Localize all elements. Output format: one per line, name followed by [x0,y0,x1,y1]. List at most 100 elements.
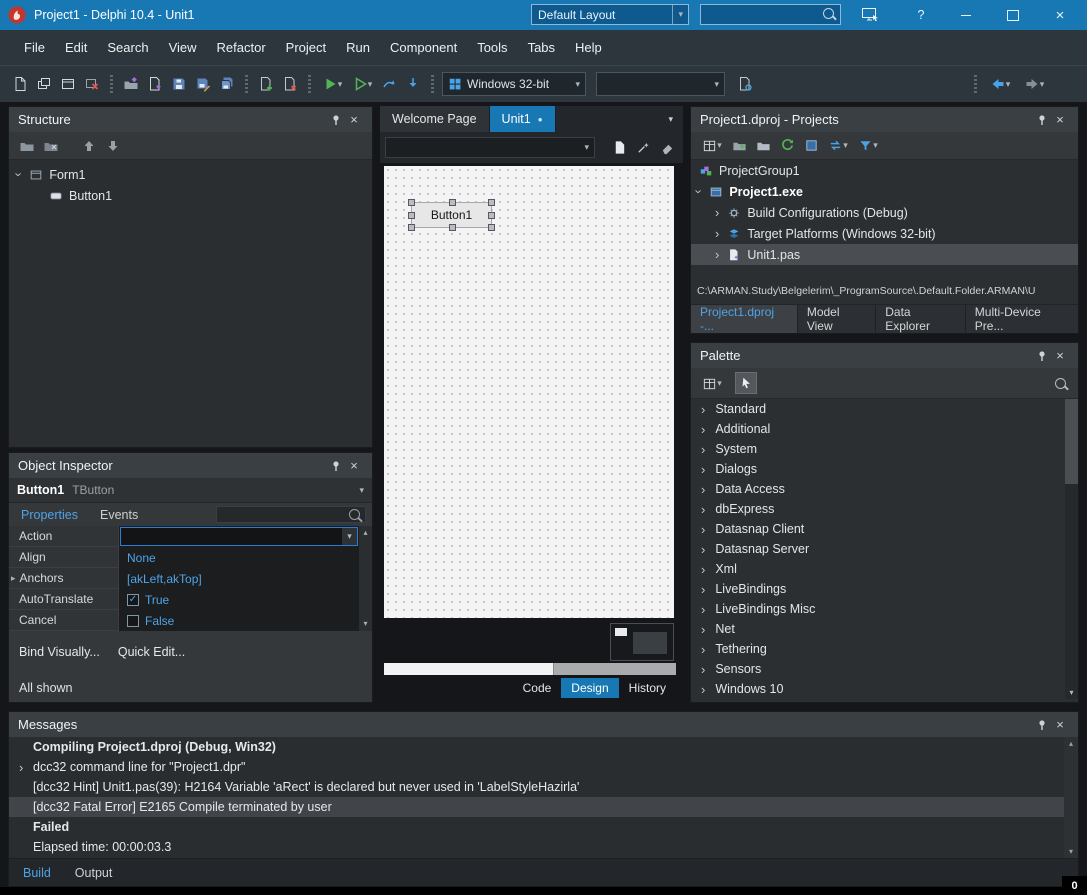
menu-run[interactable]: Run [336,40,380,55]
step-over-button[interactable] [377,72,401,96]
tree-item-unit1-pas[interactable]: › Unit1.pas [691,244,1078,265]
tree-item-projectgroup[interactable]: ProjectGroup1 [691,160,1078,181]
expander-icon[interactable]: › [12,172,27,176]
checkbox-checked-icon[interactable]: ✓ [127,593,139,606]
move-down-button[interactable] [101,134,125,158]
message-row-fatal-error[interactable]: [dcc32 Fatal Error] E2165 Compile termin… [9,797,1078,817]
member-nav-combo[interactable]: ▾ [385,137,595,158]
palette-category[interactable]: › Net [691,619,1078,639]
tab-welcome-page[interactable]: Welcome Page [380,106,490,132]
palette-category[interactable]: › dbExpress [691,499,1078,519]
property-row[interactable]: Action ▾ [9,526,359,547]
save-as-button[interactable] [191,72,215,96]
refresh-button[interactable] [775,134,799,158]
close-icon[interactable]: × [345,111,363,129]
new-items-button[interactable] [8,72,32,96]
menu-project[interactable]: Project [276,40,336,55]
move-up-button[interactable] [77,134,101,158]
resize-handle[interactable] [449,224,456,231]
oi-search-input[interactable] [216,506,366,523]
delete-item-icon[interactable] [39,134,63,158]
remove-file-from-project-button[interactable] [278,72,302,96]
menu-component[interactable]: Component [380,40,467,55]
open-folder-button[interactable] [751,134,775,158]
palette-category[interactable]: › Dialogs [691,459,1078,479]
message-row[interactable]: Compiling Project1.dproj (Debug, Win32) [9,737,1078,757]
property-row[interactable]: ▸ Anchors [akLeft,akTop] [9,568,359,589]
close-icon[interactable]: × [1051,716,1069,734]
tab-model-view[interactable]: Model View [798,305,877,333]
pin-icon[interactable] [327,111,345,129]
resize-handle[interactable] [488,212,495,219]
oi-scrollbar[interactable]: ▴ ▾ [359,526,372,631]
resize-handle[interactable] [408,212,415,219]
menu-edit[interactable]: Edit [55,40,97,55]
designed-button1[interactable]: Button1 [408,199,495,231]
tree-item-build-configurations[interactable]: › Build Configurations (Debug) [691,202,1078,223]
run-button[interactable]: ▾ [317,72,347,96]
palette-category[interactable]: › Data Access [691,479,1078,499]
new-item-icon[interactable] [15,134,39,158]
help-button[interactable]: ? [905,0,937,30]
property-value[interactable]: None [119,547,359,568]
pin-icon[interactable] [1033,111,1051,129]
navigate-back-button[interactable]: ▾ [983,72,1017,96]
tab-unit1[interactable]: Unit1 ● [489,106,556,132]
message-row[interactable]: Failed [9,817,1078,837]
maximize-button[interactable] [997,0,1029,30]
build-config-combo[interactable]: ▾ [596,72,725,96]
open-window-button[interactable] [56,72,80,96]
palette-category[interactable]: › Additional [691,419,1078,439]
scrollbar-thumb[interactable] [384,663,554,675]
palette-search-input[interactable] [757,377,1078,389]
palette-category[interactable]: › LiveBindings [691,579,1078,599]
quick-edit-link[interactable]: Quick Edit... [118,645,185,659]
scroll-down-icon[interactable]: ▾ [359,617,372,631]
tab-output[interactable]: Output [65,866,123,880]
message-row[interactable]: › dcc32 command line for "Project1.dpr" [9,757,1078,777]
form-designer[interactable]: Button1 [384,166,674,618]
pin-icon[interactable] [1033,347,1051,365]
expander-icon[interactable]: ▸ [11,573,16,583]
oi-filter-status[interactable]: All shown [19,681,73,695]
palette-category[interactable]: › Windows 10 [691,679,1078,699]
property-row[interactable]: Cancel False [9,610,359,631]
menu-tools[interactable]: Tools [467,40,517,55]
close-button[interactable]: × [1044,0,1076,30]
close-all-button[interactable] [80,72,104,96]
messages-scrollbar[interactable]: ▴ ▾ [1064,737,1078,859]
save-all-button[interactable] [215,72,239,96]
menu-tabs[interactable]: Tabs [518,40,565,55]
tree-item-form1[interactable]: › Form1 [9,164,372,185]
tab-events[interactable]: Events [100,508,138,522]
scroll-down-icon[interactable]: ▾ [1064,845,1078,859]
menu-file[interactable]: File [14,40,55,55]
pin-icon[interactable] [327,457,345,475]
scroll-up-icon[interactable]: ▴ [1064,737,1078,751]
sync-button[interactable]: ▾ [823,134,853,158]
filter-button[interactable]: ▾ [853,134,883,158]
palette-category[interactable]: › LiveBindings Misc [691,599,1078,619]
expander-icon[interactable]: › [715,227,719,240]
palette-category[interactable]: › Datasnap Server [691,539,1078,559]
designer-thumbnail[interactable] [610,623,674,661]
tree-item-project-exe[interactable]: › Project1.exe [691,181,1078,202]
message-row-hint[interactable]: [dcc32 Hint] Unit1.pas(39): H2164 Variab… [9,777,1078,797]
tab-history[interactable]: History [619,678,676,698]
close-icon[interactable]: × [345,457,363,475]
menu-view[interactable]: View [159,40,207,55]
property-row[interactable]: Align None [9,547,359,568]
tab-design[interactable]: Design [561,678,619,698]
package-button[interactable]: ▾ [697,134,727,158]
palette-category[interactable]: › Tethering [691,639,1078,659]
add-file-to-project-button[interactable] [254,72,278,96]
build-button[interactable] [799,134,823,158]
tab-multi-device-preview[interactable]: Multi-Device Pre... [966,305,1078,333]
minimize-button[interactable] [950,0,982,30]
resize-handle[interactable] [488,224,495,231]
navigate-forward-button[interactable]: ▾ [1017,72,1051,96]
resize-handle[interactable] [449,199,456,206]
new-folder-button[interactable] [727,134,751,158]
palette-category[interactable]: › Datasnap Client [691,519,1078,539]
menu-help[interactable]: Help [565,40,612,55]
